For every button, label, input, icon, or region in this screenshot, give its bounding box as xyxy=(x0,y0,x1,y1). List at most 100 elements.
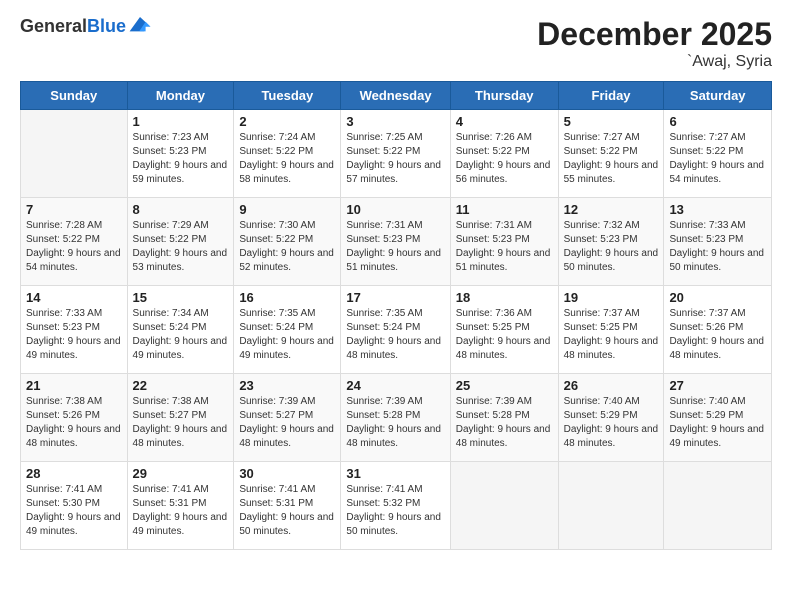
calendar-cell: 8 Sunrise: 7:29 AMSunset: 5:22 PMDaylight… xyxy=(127,198,234,286)
calendar-cell: 11Sunrise: 7:31 AMSunset: 5:23 PMDayligh… xyxy=(450,198,558,286)
calendar-cell: 1 Sunrise: 7:23 AMSunset: 5:23 PMDaylight… xyxy=(127,110,234,198)
day-number: 7 xyxy=(26,202,122,217)
logo-blue: Blue xyxy=(87,16,126,36)
calendar-cell: 12 Sunrise: 7:32 AMSunset: 5:23 PMDayligh… xyxy=(558,198,664,286)
day-info: Sunrise: 7:40 AMSunset: 5:29 PMDaylight:… xyxy=(564,395,659,451)
calendar-cell xyxy=(558,462,664,550)
day-info: Sunrise: 7:35 AMSunset: 5:24 PMDaylight:… xyxy=(239,307,335,363)
day-number: 28 xyxy=(26,466,122,481)
day-number: 4 xyxy=(456,114,553,129)
page: GeneralBlue December 2025 `Awaj, Syria S… xyxy=(0,0,792,612)
day-info: Sunrise: 7:27 AMSunset: 5:22 PMDaylight:… xyxy=(564,131,659,187)
weekday-tuesday: Tuesday xyxy=(234,82,341,110)
weekday-sunday: Sunday xyxy=(21,82,128,110)
day-number: 31 xyxy=(346,466,444,481)
day-info: Sunrise: 7:41 AMSunset: 5:31 PMDaylight:… xyxy=(133,483,229,539)
calendar-cell: 4 Sunrise: 7:26 AMSunset: 5:22 PMDaylight… xyxy=(450,110,558,198)
calendar-subtitle: `Awaj, Syria xyxy=(537,53,772,71)
weekday-friday: Friday xyxy=(558,82,664,110)
calendar-cell: 25 Sunrise: 7:39 AMSunset: 5:28 PMDayligh… xyxy=(450,374,558,462)
day-number: 29 xyxy=(133,466,229,481)
calendar-week-row: 21 Sunrise: 7:38 AMSunset: 5:26 PMDayligh… xyxy=(21,374,772,462)
day-info: Sunrise: 7:30 AMSunset: 5:22 PMDaylight:… xyxy=(239,219,335,275)
calendar-cell: 21 Sunrise: 7:38 AMSunset: 5:26 PMDayligh… xyxy=(21,374,128,462)
calendar-cell: 28 Sunrise: 7:41 AMSunset: 5:30 PMDayligh… xyxy=(21,462,128,550)
day-info: Sunrise: 7:31 AMSunset: 5:23 PMDaylight:… xyxy=(346,219,444,275)
calendar-week-row: 14 Sunrise: 7:33 AMSunset: 5:23 PMDayligh… xyxy=(21,286,772,374)
calendar-week-row: 1 Sunrise: 7:23 AMSunset: 5:23 PMDaylight… xyxy=(21,110,772,198)
title-block: December 2025 `Awaj, Syria xyxy=(537,16,772,71)
calendar-cell: 7 Sunrise: 7:28 AMSunset: 5:22 PMDaylight… xyxy=(21,198,128,286)
day-number: 21 xyxy=(26,378,122,393)
day-number: 26 xyxy=(564,378,659,393)
logo-icon xyxy=(128,15,152,35)
day-number: 10 xyxy=(346,202,444,217)
calendar-cell xyxy=(21,110,128,198)
day-number: 30 xyxy=(239,466,335,481)
calendar-table: Sunday Monday Tuesday Wednesday Thursday… xyxy=(20,81,772,550)
calendar-week-row: 7 Sunrise: 7:28 AMSunset: 5:22 PMDaylight… xyxy=(21,198,772,286)
calendar-cell: 13Sunrise: 7:33 AMSunset: 5:23 PMDayligh… xyxy=(664,198,772,286)
calendar-cell: 16 Sunrise: 7:35 AMSunset: 5:24 PMDayligh… xyxy=(234,286,341,374)
day-info: Sunrise: 7:24 AMSunset: 5:22 PMDaylight:… xyxy=(239,131,335,187)
day-number: 18 xyxy=(456,290,553,305)
calendar-cell xyxy=(664,462,772,550)
day-number: 16 xyxy=(239,290,335,305)
day-number: 8 xyxy=(133,202,229,217)
weekday-header-row: Sunday Monday Tuesday Wednesday Thursday… xyxy=(21,82,772,110)
calendar-cell: 31 Sunrise: 7:41 AMSunset: 5:32 PMDayligh… xyxy=(341,462,450,550)
logo-text: GeneralBlue xyxy=(20,16,126,37)
day-info: Sunrise: 7:41 AMSunset: 5:32 PMDaylight:… xyxy=(346,483,444,539)
calendar-week-row: 28 Sunrise: 7:41 AMSunset: 5:30 PMDayligh… xyxy=(21,462,772,550)
day-number: 23 xyxy=(239,378,335,393)
calendar-cell: 18 Sunrise: 7:36 AMSunset: 5:25 PMDayligh… xyxy=(450,286,558,374)
day-info: Sunrise: 7:36 AMSunset: 5:25 PMDaylight:… xyxy=(456,307,553,363)
day-info: Sunrise: 7:35 AMSunset: 5:24 PMDaylight:… xyxy=(346,307,444,363)
day-number: 3 xyxy=(346,114,444,129)
calendar-cell: 3 Sunrise: 7:25 AMSunset: 5:22 PMDaylight… xyxy=(341,110,450,198)
day-number: 5 xyxy=(564,114,659,129)
day-number: 17 xyxy=(346,290,444,305)
day-info: Sunrise: 7:32 AMSunset: 5:23 PMDaylight:… xyxy=(564,219,659,275)
day-info: Sunrise: 7:38 AMSunset: 5:26 PMDaylight:… xyxy=(26,395,122,451)
day-number: 1 xyxy=(133,114,229,129)
calendar-cell: 19 Sunrise: 7:37 AMSunset: 5:25 PMDayligh… xyxy=(558,286,664,374)
day-info: Sunrise: 7:39 AMSunset: 5:27 PMDaylight:… xyxy=(239,395,335,451)
day-info: Sunrise: 7:41 AMSunset: 5:30 PMDaylight:… xyxy=(26,483,122,539)
calendar-cell: 9 Sunrise: 7:30 AMSunset: 5:22 PMDaylight… xyxy=(234,198,341,286)
calendar-cell: 20Sunrise: 7:37 AMSunset: 5:26 PMDayligh… xyxy=(664,286,772,374)
day-info: Sunrise: 7:37 AMSunset: 5:25 PMDaylight:… xyxy=(564,307,659,363)
weekday-thursday: Thursday xyxy=(450,82,558,110)
day-number: 9 xyxy=(239,202,335,217)
calendar-cell: 5 Sunrise: 7:27 AMSunset: 5:22 PMDaylight… xyxy=(558,110,664,198)
day-number: 19 xyxy=(564,290,659,305)
day-number: 6 xyxy=(669,114,766,129)
logo-general: General xyxy=(20,16,87,36)
calendar-title: December 2025 xyxy=(537,16,772,53)
day-info: Sunrise: 7:37 AMSunset: 5:26 PMDaylight:… xyxy=(669,307,766,363)
calendar-cell: 30Sunrise: 7:41 AMSunset: 5:31 PMDayligh… xyxy=(234,462,341,550)
day-info: Sunrise: 7:26 AMSunset: 5:22 PMDaylight:… xyxy=(456,131,553,187)
calendar-cell: 17 Sunrise: 7:35 AMSunset: 5:24 PMDayligh… xyxy=(341,286,450,374)
calendar-cell: 27Sunrise: 7:40 AMSunset: 5:29 PMDayligh… xyxy=(664,374,772,462)
day-info: Sunrise: 7:29 AMSunset: 5:22 PMDaylight:… xyxy=(133,219,229,275)
day-info: Sunrise: 7:28 AMSunset: 5:22 PMDaylight:… xyxy=(26,219,122,275)
weekday-monday: Monday xyxy=(127,82,234,110)
day-info: Sunrise: 7:40 AMSunset: 5:29 PMDaylight:… xyxy=(669,395,766,451)
day-info: Sunrise: 7:33 AMSunset: 5:23 PMDaylight:… xyxy=(26,307,122,363)
header: GeneralBlue December 2025 `Awaj, Syria xyxy=(20,16,772,71)
day-info: Sunrise: 7:25 AMSunset: 5:22 PMDaylight:… xyxy=(346,131,444,187)
day-info: Sunrise: 7:34 AMSunset: 5:24 PMDaylight:… xyxy=(133,307,229,363)
day-number: 24 xyxy=(346,378,444,393)
calendar-cell: 22Sunrise: 7:38 AMSunset: 5:27 PMDayligh… xyxy=(127,374,234,462)
calendar-cell: 29 Sunrise: 7:41 AMSunset: 5:31 PMDayligh… xyxy=(127,462,234,550)
calendar-cell: 26 Sunrise: 7:40 AMSunset: 5:29 PMDayligh… xyxy=(558,374,664,462)
weekday-wednesday: Wednesday xyxy=(341,82,450,110)
day-info: Sunrise: 7:39 AMSunset: 5:28 PMDaylight:… xyxy=(456,395,553,451)
day-number: 12 xyxy=(564,202,659,217)
day-info: Sunrise: 7:23 AMSunset: 5:23 PMDaylight:… xyxy=(133,131,229,187)
day-info: Sunrise: 7:39 AMSunset: 5:28 PMDaylight:… xyxy=(346,395,444,451)
day-number: 14 xyxy=(26,290,122,305)
day-number: 25 xyxy=(456,378,553,393)
calendar-cell: 10 Sunrise: 7:31 AMSunset: 5:23 PMDayligh… xyxy=(341,198,450,286)
